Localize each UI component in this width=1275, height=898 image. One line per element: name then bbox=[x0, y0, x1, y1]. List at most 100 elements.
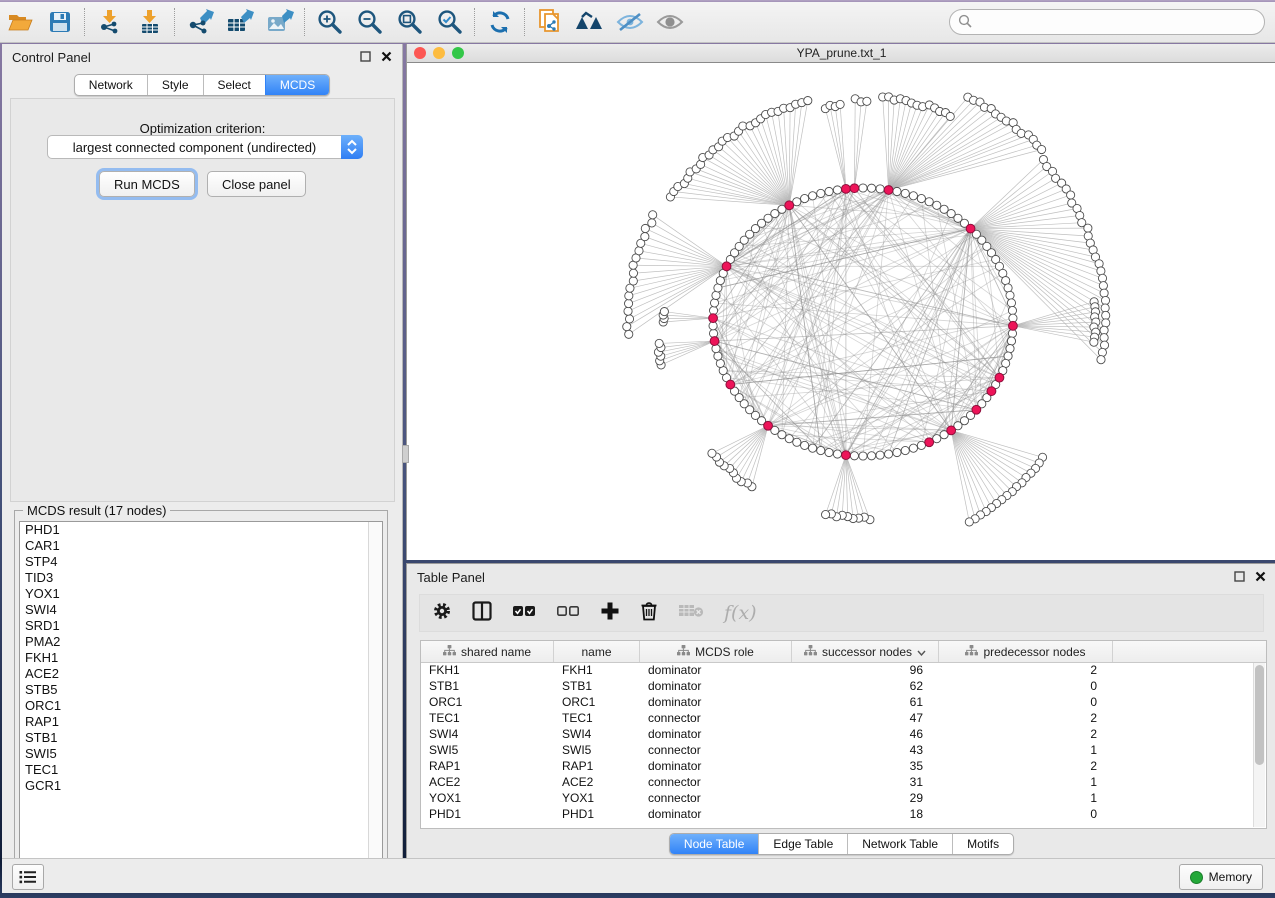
network-node[interactable] bbox=[1099, 282, 1107, 290]
network-node[interactable] bbox=[901, 189, 909, 197]
result-item[interactable]: PMA2 bbox=[20, 634, 382, 650]
column-header-name[interactable]: name bbox=[554, 641, 640, 662]
network-node[interactable] bbox=[641, 233, 649, 241]
network-node[interactable] bbox=[925, 198, 933, 206]
result-item[interactable]: STP4 bbox=[20, 554, 382, 570]
mcds-hub-node[interactable] bbox=[850, 184, 859, 193]
float-panel-icon[interactable] bbox=[1234, 570, 1245, 585]
mcds-hub-node[interactable] bbox=[710, 337, 719, 346]
task-history-button[interactable] bbox=[12, 864, 44, 890]
column-header-shared-name[interactable]: shared name bbox=[421, 641, 554, 662]
result-item[interactable]: CAR1 bbox=[20, 538, 382, 554]
network-node[interactable] bbox=[867, 452, 875, 460]
network-node[interactable] bbox=[708, 449, 716, 457]
network-node[interactable] bbox=[946, 112, 954, 120]
mcds-hub-node[interactable] bbox=[726, 380, 735, 389]
network-node[interactable] bbox=[825, 187, 833, 195]
float-panel-icon[interactable] bbox=[360, 50, 371, 65]
network-node[interactable] bbox=[821, 510, 829, 518]
memory-button[interactable]: Memory bbox=[1179, 864, 1263, 890]
network-node[interactable] bbox=[623, 323, 631, 331]
network-node[interactable] bbox=[909, 444, 917, 452]
table-tab-network-table[interactable]: Network Table bbox=[847, 834, 952, 854]
network-node[interactable] bbox=[933, 201, 941, 209]
table-row[interactable]: RAP1RAP1dominator352 bbox=[421, 759, 1266, 775]
mcds-hub-node[interactable] bbox=[842, 184, 851, 193]
table-row[interactable]: FKH1FKH1dominator962 bbox=[421, 663, 1266, 679]
show-all-icon[interactable] bbox=[650, 6, 690, 38]
first-neighbors-icon[interactable] bbox=[570, 6, 610, 38]
result-item[interactable]: SRD1 bbox=[20, 618, 382, 634]
network-node[interactable] bbox=[660, 307, 668, 315]
network-node[interactable] bbox=[1006, 345, 1014, 353]
column-header-successor-nodes[interactable]: successor nodes bbox=[792, 641, 939, 662]
result-item[interactable]: ACE2 bbox=[20, 666, 382, 682]
result-item[interactable]: YOX1 bbox=[20, 586, 382, 602]
network-node[interactable] bbox=[655, 339, 663, 347]
gear-icon[interactable] bbox=[432, 601, 452, 626]
add-column-icon[interactable] bbox=[600, 601, 620, 626]
network-node[interactable] bbox=[965, 518, 973, 526]
network-node[interactable] bbox=[917, 194, 925, 202]
network-node[interactable] bbox=[1100, 334, 1108, 342]
network-node[interactable] bbox=[859, 184, 867, 192]
mcds-hub-node[interactable] bbox=[987, 387, 996, 396]
result-item[interactable]: ORC1 bbox=[20, 698, 382, 714]
network-node[interactable] bbox=[808, 192, 816, 200]
close-panel-button[interactable]: Close panel bbox=[207, 171, 306, 197]
close-panel-icon[interactable] bbox=[1255, 570, 1266, 585]
network-node[interactable] bbox=[1008, 306, 1016, 314]
network-node[interactable] bbox=[876, 451, 884, 459]
export-table-icon[interactable] bbox=[220, 6, 260, 38]
hide-selected-icon[interactable] bbox=[610, 6, 650, 38]
network-node[interactable] bbox=[917, 441, 925, 449]
mcds-result-list[interactable]: PHD1CAR1STP4TID3YOX1SWI4SRD1PMA2FKH1ACE2… bbox=[19, 521, 383, 879]
network-node[interactable] bbox=[1007, 299, 1015, 307]
network-node[interactable] bbox=[1017, 129, 1025, 137]
mcds-hub-node[interactable] bbox=[709, 314, 718, 323]
tab-select[interactable]: Select bbox=[203, 75, 265, 95]
result-item[interactable]: RAP1 bbox=[20, 714, 382, 730]
network-node[interactable] bbox=[876, 185, 884, 193]
network-window-titlebar[interactable]: YPA_prune.txt_1 bbox=[407, 44, 1275, 63]
network-node[interactable] bbox=[833, 186, 841, 194]
network-node[interactable] bbox=[714, 352, 722, 360]
network-node[interactable] bbox=[1102, 311, 1110, 319]
network-node[interactable] bbox=[1098, 348, 1106, 356]
tab-network[interactable]: Network bbox=[75, 75, 147, 95]
network-node[interactable] bbox=[1102, 319, 1110, 327]
network-node[interactable] bbox=[1007, 337, 1015, 345]
network-node[interactable] bbox=[1100, 289, 1108, 297]
network-node[interactable] bbox=[825, 448, 833, 456]
result-scrollbar[interactable] bbox=[368, 522, 382, 878]
table-row[interactable]: TEC1TEC1connector472 bbox=[421, 711, 1266, 727]
table-tab-node-table[interactable]: Node Table bbox=[670, 834, 759, 854]
mcds-hub-node[interactable] bbox=[947, 426, 956, 435]
network-node[interactable] bbox=[833, 450, 841, 458]
mcds-hub-node[interactable] bbox=[972, 405, 981, 414]
zoom-out-icon[interactable] bbox=[350, 6, 390, 38]
network-node[interactable] bbox=[625, 315, 633, 323]
network-node[interactable] bbox=[804, 97, 812, 105]
network-node[interactable] bbox=[710, 299, 718, 307]
network-node[interactable] bbox=[635, 247, 643, 255]
network-node[interactable] bbox=[1090, 338, 1098, 346]
search-field[interactable] bbox=[949, 9, 1265, 35]
network-node[interactable] bbox=[629, 269, 637, 277]
network-node[interactable] bbox=[712, 291, 720, 299]
network-node[interactable] bbox=[884, 450, 892, 458]
network-node[interactable] bbox=[1097, 356, 1105, 364]
result-item[interactable]: GCR1 bbox=[20, 778, 382, 794]
network-node[interactable] bbox=[893, 448, 901, 456]
table-row[interactable]: YOX1YOX1connector291 bbox=[421, 791, 1266, 807]
column-header-predecessor-nodes[interactable]: predecessor nodes bbox=[939, 641, 1113, 662]
mcds-hub-node[interactable] bbox=[966, 224, 975, 233]
mcds-hub-node[interactable] bbox=[884, 186, 893, 195]
network-node[interactable] bbox=[793, 438, 801, 446]
mcds-hub-node[interactable] bbox=[1009, 321, 1018, 330]
network-node[interactable] bbox=[836, 100, 844, 108]
zoom-fit-icon[interactable] bbox=[390, 6, 430, 38]
network-node[interactable] bbox=[1101, 296, 1109, 304]
deselect-all-icon[interactable] bbox=[556, 604, 580, 623]
search-input[interactable] bbox=[949, 9, 1265, 35]
